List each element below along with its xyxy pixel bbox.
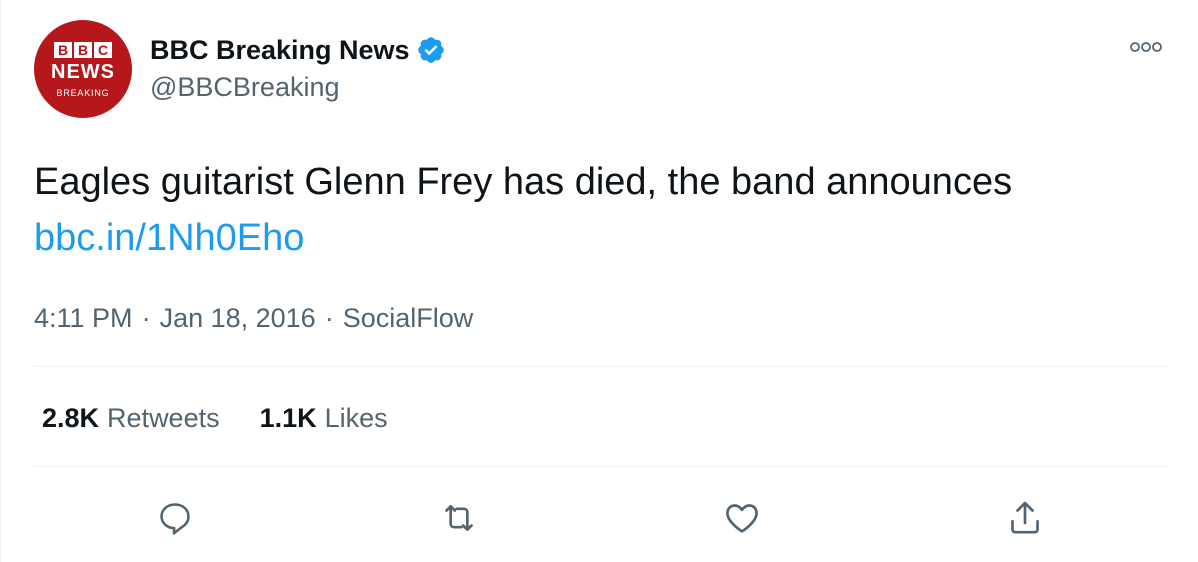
like-button[interactable] xyxy=(720,496,764,540)
tweet-source[interactable]: SocialFlow xyxy=(343,303,474,334)
avatar-news-text: NEWS xyxy=(51,61,115,83)
likes-count: 1.1K xyxy=(259,402,317,433)
share-icon xyxy=(1011,501,1039,534)
bbc-block-b2: B xyxy=(74,42,92,58)
likes-label: Likes xyxy=(324,402,388,433)
meta-separator: · xyxy=(141,302,151,333)
tweet-metadata: 4:11 PM · Jan 18, 2016 · SocialFlow xyxy=(34,300,473,336)
tweet-time[interactable]: 4:11 PM xyxy=(34,303,133,334)
likes-stat[interactable]: 1.1K Likes xyxy=(260,403,388,434)
more-icon xyxy=(1130,42,1162,52)
like-icon xyxy=(726,504,758,533)
bbc-block-b1: B xyxy=(54,42,72,58)
verified-badge-icon xyxy=(416,35,446,65)
more-options-button[interactable] xyxy=(1128,32,1164,62)
retweet-icon xyxy=(445,505,473,531)
account-handle[interactable]: @BBCBreaking xyxy=(150,72,446,103)
retweets-label: Retweets xyxy=(107,402,220,433)
meta-separator: · xyxy=(324,302,334,333)
tweet-link[interactable]: bbc.in/1Nh0Eho xyxy=(34,212,304,264)
retweets-count: 2.8K xyxy=(42,402,100,433)
tweet-text: Eagles guitarist Glenn Frey has died, th… xyxy=(34,161,1013,203)
tweet-card: B B C NEWS BREAKING BBC Breaking News @B… xyxy=(0,0,1198,562)
avatar-breaking-text: BREAKING xyxy=(56,88,110,98)
author-block: BBC Breaking News @BBCBreaking xyxy=(150,30,446,103)
retweets-stat[interactable]: 2.8K Retweets xyxy=(42,403,220,434)
tweet-date[interactable]: Jan 18, 2016 xyxy=(160,303,316,334)
reply-icon xyxy=(160,503,190,535)
reply-button[interactable] xyxy=(153,496,197,540)
display-name[interactable]: BBC Breaking News xyxy=(150,35,410,66)
retweet-button[interactable] xyxy=(437,496,481,540)
action-bar xyxy=(0,496,1198,540)
divider xyxy=(34,466,1168,467)
share-button[interactable] xyxy=(1003,496,1047,540)
author-name-row: BBC Breaking News xyxy=(150,30,446,70)
divider xyxy=(34,366,1168,367)
bbc-logo-blocks: B B C xyxy=(54,42,112,58)
engagement-stats: 2.8K Retweets 1.1K Likes xyxy=(42,398,388,438)
avatar[interactable]: B B C NEWS BREAKING xyxy=(34,20,132,118)
bbc-block-c: C xyxy=(94,42,112,58)
